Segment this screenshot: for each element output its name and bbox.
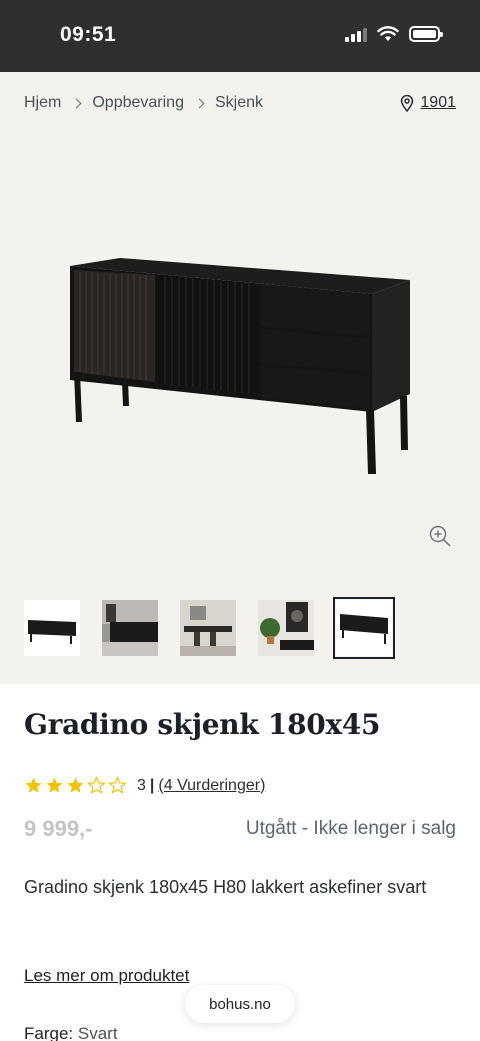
- thumbnail-2[interactable]: [102, 600, 158, 656]
- status-icons: [345, 26, 443, 42]
- color-row: Farge: Svart: [24, 1024, 118, 1041]
- zoom-in-icon[interactable]: [428, 524, 452, 548]
- location-pin-icon: [401, 94, 414, 112]
- product-description: Gradino skjenk 180x45 H80 lakkert askefi…: [24, 877, 427, 897]
- product-rating: 3 | (4 Vurderinger): [24, 776, 265, 795]
- availability-status: Utgått - Ikke lenger i salg: [245, 818, 456, 839]
- location-zip: 1901: [420, 94, 456, 111]
- thumbnail-1[interactable]: [24, 600, 80, 656]
- star-empty-icon: [87, 776, 106, 794]
- color-value: Svart: [77, 1024, 118, 1041]
- breadcrumb-sideboard[interactable]: Skjenk: [215, 94, 263, 112]
- product-price: 9 999,-: [24, 816, 93, 841]
- wifi-icon: [377, 26, 399, 41]
- thumbnail-strip: [24, 597, 395, 659]
- rating-value: 3: [137, 776, 146, 794]
- star-empty-icon: [108, 776, 127, 794]
- browser-url-pill[interactable]: bohus.no: [185, 985, 295, 1023]
- breadcrumb-storage[interactable]: Oppbevaring: [92, 94, 184, 112]
- breadcrumb-home[interactable]: Hjem: [24, 94, 61, 112]
- chevron-right-icon: [194, 98, 205, 108]
- cellular-signal-icon: [345, 26, 367, 42]
- status-time: 09:51: [60, 23, 117, 46]
- reviews-link[interactable]: (4 Vurderinger): [158, 777, 265, 795]
- thumbnail-3[interactable]: [180, 600, 236, 656]
- thumbnail-4[interactable]: [258, 600, 314, 656]
- product-gallery: Hjem Oppbevaring Skjenk 1901: [0, 72, 480, 684]
- star-filled-icon: [46, 777, 63, 793]
- battery-icon: [409, 26, 443, 42]
- rating-stars: [24, 776, 127, 795]
- breadcrumb: Hjem Oppbevaring Skjenk: [24, 94, 263, 112]
- read-more-link[interactable]: Les mer om produktet: [24, 966, 189, 986]
- star-filled-icon: [67, 777, 84, 793]
- rating-separator: |: [149, 776, 155, 794]
- store-location[interactable]: 1901: [400, 94, 456, 112]
- star-filled-icon: [25, 777, 42, 793]
- thumbnail-5[interactable]: [333, 597, 395, 659]
- chevron-right-icon: [71, 98, 82, 108]
- product-image[interactable]: [0, 212, 480, 492]
- color-label: Farge:: [24, 1024, 74, 1041]
- status-bar: 09:51: [0, 0, 480, 72]
- product-title: Gradino skjenk 180x45: [24, 708, 381, 741]
